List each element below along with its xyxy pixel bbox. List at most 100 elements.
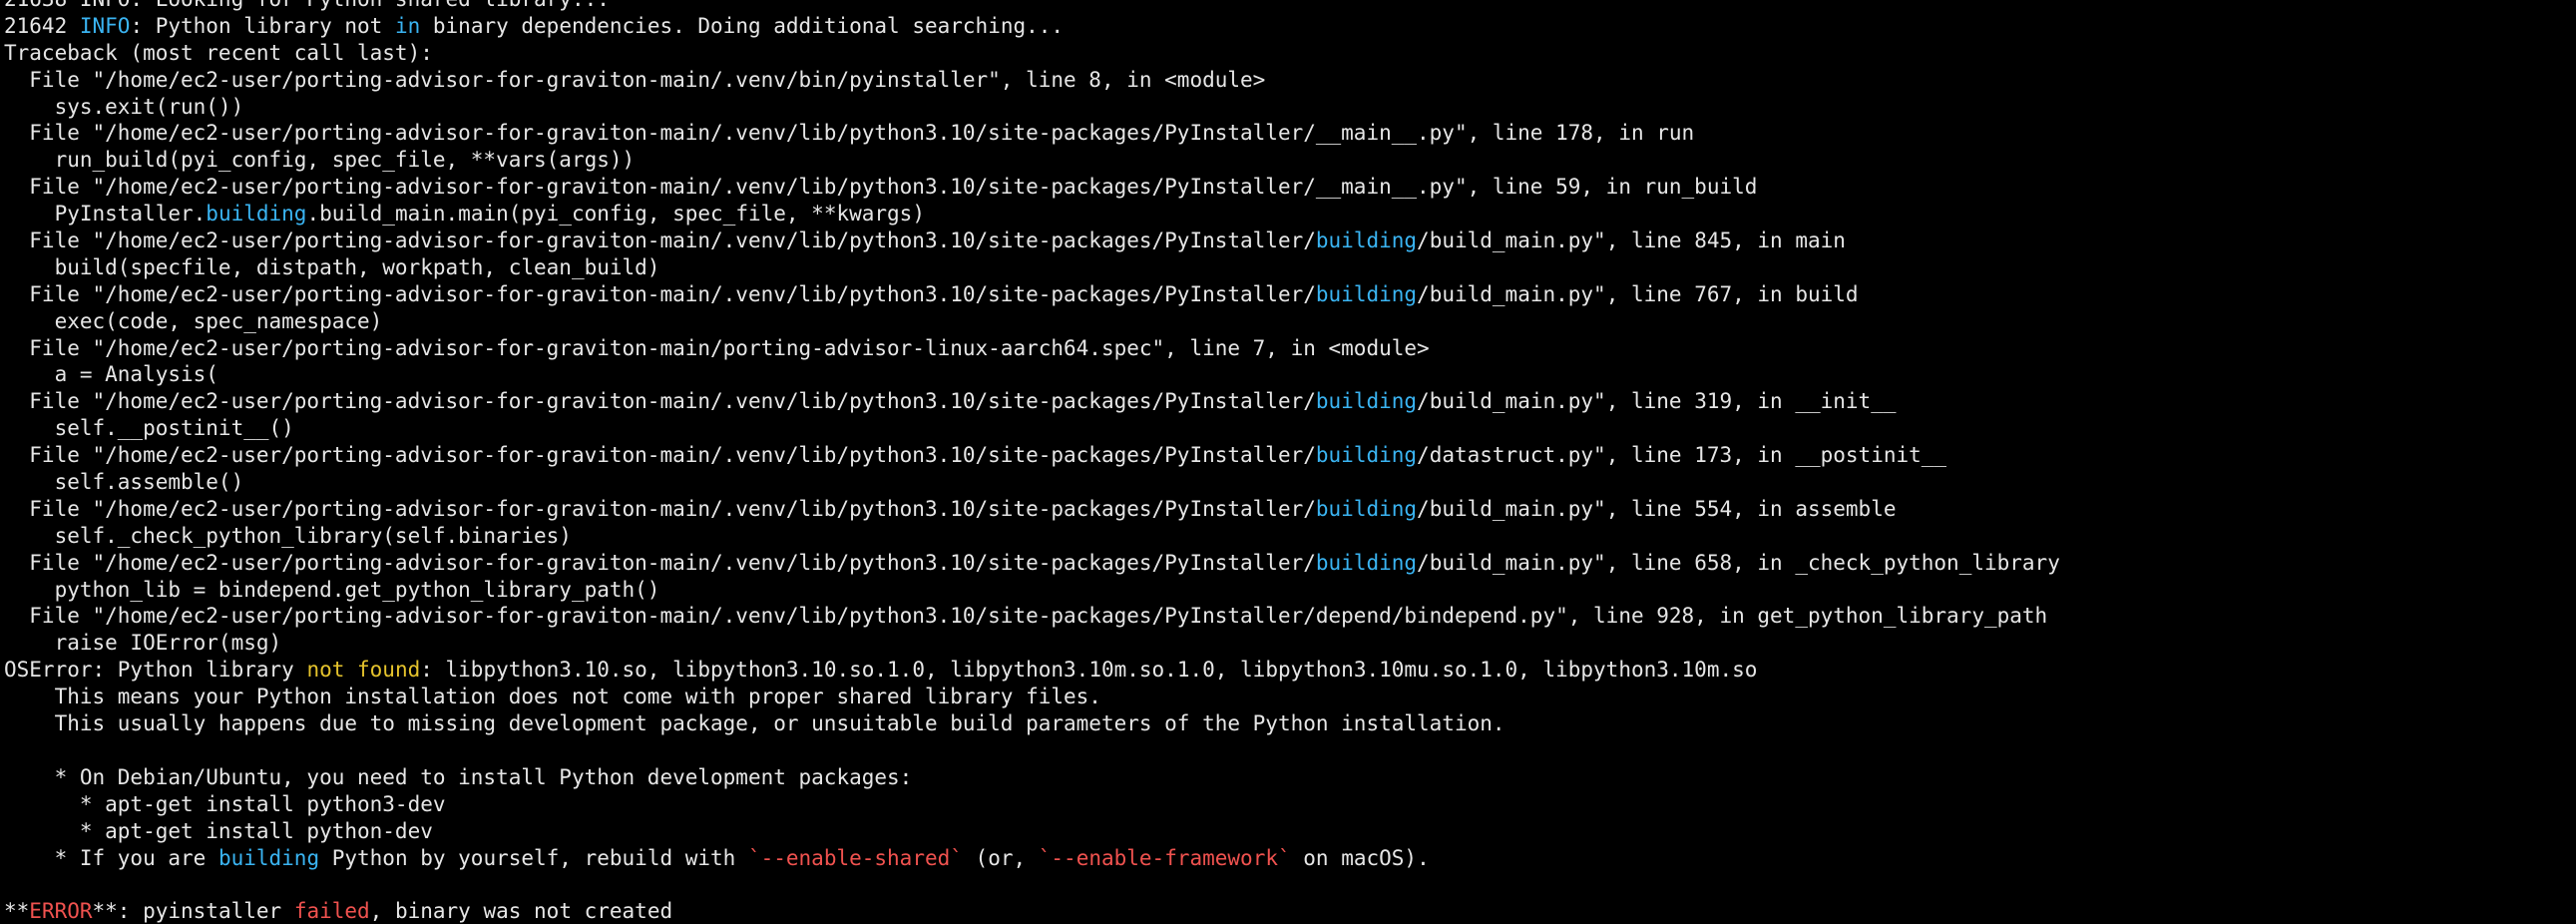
terminal-line: self._check_python_library(self.binaries…: [4, 523, 2060, 550]
highlighted-text: INFO: [79, 13, 131, 38]
output-text: .build_main.main(pyi_config, spec_file, …: [306, 202, 925, 227]
highlighted-text: `--enable-shared`: [747, 845, 963, 870]
output-text: /build_main.py", line 767, in build: [1417, 281, 1859, 306]
highlighted-text: building: [217, 845, 320, 870]
output-text: self.assemble(): [4, 470, 244, 495]
terminal-line: a = Analysis(: [4, 361, 2060, 388]
terminal-line: * apt-get install python3-dev: [4, 791, 2060, 818]
output-text: File "/home/ec2-user/porting-advisor-for…: [4, 550, 1316, 575]
terminal-line: run_build(pyi_config, spec_file, **vars(…: [4, 147, 2060, 174]
output-text: File "/home/ec2-user/porting-advisor-for…: [4, 443, 1316, 468]
terminal-window[interactable]: 21638 INFO: Looking for Python shared li…: [0, 0, 2576, 924]
highlighted-text: not found: [306, 658, 421, 683]
output-text: Python by yourself, rebuild with: [319, 845, 748, 870]
output-text: self.__postinit__(): [4, 416, 294, 441]
highlighted-text: `--enable-framework`: [1038, 845, 1291, 870]
output-text: * apt-get install python3-dev: [4, 791, 446, 816]
terminal-line: build(specfile, distpath, workpath, clea…: [4, 254, 2060, 281]
output-text: File "/home/ec2-user/porting-advisor-for…: [4, 67, 1266, 92]
output-text: This usually happens due to missing deve…: [4, 711, 1505, 736]
output-text: 21642: [4, 13, 80, 38]
highlighted-text: building: [1315, 389, 1418, 414]
output-text: /build_main.py", line 845, in main: [1417, 229, 1846, 253]
highlighted-text: building: [1315, 281, 1418, 306]
output-text: File "/home/ec2-user/porting-advisor-for…: [4, 281, 1316, 306]
terminal-line: File "/home/ec2-user/porting-advisor-for…: [4, 174, 2060, 201]
terminal-line: File "/home/ec2-user/porting-advisor-for…: [4, 550, 2060, 577]
output-text: File "/home/ec2-user/porting-advisor-for…: [4, 496, 1316, 521]
terminal-line: This usually happens due to missing deve…: [4, 710, 2060, 737]
terminal-line: self.assemble(): [4, 469, 2060, 496]
output-text: /build_main.py", line 319, in __init__: [1417, 389, 1897, 414]
highlighted-text: building: [1315, 229, 1418, 253]
output-text: , binary was not created: [369, 899, 673, 924]
output-text: File "/home/ec2-user/porting-advisor-for…: [4, 604, 2048, 629]
terminal-line: exec(code, spec_namespace): [4, 308, 2060, 335]
highlighted-text: building: [1315, 443, 1418, 468]
terminal-line: 21638 INFO: Looking for Python shared li…: [4, 0, 2060, 13]
terminal-line: * apt-get install python-dev: [4, 818, 2060, 845]
output-text: (or,: [962, 845, 1039, 870]
terminal-line: python_lib = bindepend.get_python_librar…: [4, 577, 2060, 604]
terminal-line: File "/home/ec2-user/porting-advisor-for…: [4, 442, 2060, 469]
output-text: **: [4, 899, 30, 924]
terminal-line: File "/home/ec2-user/porting-advisor-for…: [4, 67, 2060, 94]
highlighted-text: building: [1315, 550, 1418, 575]
output-text: * On Debian/Ubuntu, you need to install …: [4, 764, 913, 789]
terminal-line: File "/home/ec2-user/porting-advisor-for…: [4, 120, 2060, 147]
terminal-line: 21642 INFO: Python library not in binary…: [4, 13, 2060, 40]
output-text: a = Analysis(: [4, 362, 218, 387]
output-text: Traceback (most recent call last):: [4, 40, 433, 65]
terminal-line: File "/home/ec2-user/porting-advisor-for…: [4, 496, 2060, 523]
output-text: python_lib = bindepend.get_python_librar…: [4, 577, 660, 602]
output-text: * apt-get install python-dev: [4, 818, 433, 843]
terminal-line: OSError: Python library not found: libpy…: [4, 657, 2060, 684]
terminal-line: sys.exit(run()): [4, 94, 2060, 121]
output-text: build(specfile, distpath, workpath, clea…: [4, 254, 660, 279]
terminal-line: * On Debian/Ubuntu, you need to install …: [4, 764, 2060, 791]
highlighted-text: failed: [293, 899, 370, 924]
output-text: /build_main.py", line 554, in assemble: [1417, 496, 1897, 521]
output-text: 21638 INFO: Looking for Python shared li…: [4, 0, 610, 11]
terminal-line: File "/home/ec2-user/porting-advisor-for…: [4, 603, 2060, 630]
terminal-line: File "/home/ec2-user/porting-advisor-for…: [4, 228, 2060, 254]
output-text: on macOS).: [1290, 845, 1430, 870]
output-text: exec(code, spec_namespace): [4, 308, 383, 333]
highlighted-text: ERROR: [29, 899, 93, 924]
output-text: * If you are: [4, 845, 218, 870]
terminal-line: Traceback (most recent call last):: [4, 40, 2060, 67]
terminal-line: raise IOError(msg): [4, 630, 2060, 657]
output-text: /datastruct.py", line 173, in __postinit…: [1417, 443, 1947, 468]
highlighted-text: building: [1315, 496, 1418, 521]
terminal-line: * If you are building Python by yourself…: [4, 845, 2060, 872]
output-text: self._check_python_library(self.binaries…: [4, 523, 572, 548]
output-text: : Python library not: [130, 13, 395, 38]
terminal-line: File "/home/ec2-user/porting-advisor-for…: [4, 335, 2060, 362]
terminal-output: 21638 INFO: Looking for Python shared li…: [4, 0, 2060, 924]
output-text: This means your Python installation does…: [4, 685, 1101, 709]
output-text: File "/home/ec2-user/porting-advisor-for…: [4, 175, 1758, 200]
output-text: File "/home/ec2-user/porting-advisor-for…: [4, 121, 1695, 146]
highlighted-text: in: [394, 13, 421, 38]
terminal-line: File "/home/ec2-user/porting-advisor-for…: [4, 388, 2060, 415]
output-text: File "/home/ec2-user/porting-advisor-for…: [4, 389, 1316, 414]
output-text: /build_main.py", line 658, in _check_pyt…: [1417, 550, 2060, 575]
output-text: File "/home/ec2-user/porting-advisor-for…: [4, 229, 1316, 253]
output-text: File "/home/ec2-user/porting-advisor-for…: [4, 335, 1430, 360]
output-text: raise IOError(msg): [4, 631, 282, 656]
output-text: **: pyinstaller: [92, 899, 294, 924]
output-text: OSError: Python library: [4, 658, 307, 683]
terminal-line: This means your Python installation does…: [4, 684, 2060, 710]
output-text: binary dependencies. Doing additional se…: [420, 13, 1065, 38]
output-text: PyInstaller.: [4, 202, 207, 227]
terminal-line: File "/home/ec2-user/porting-advisor-for…: [4, 281, 2060, 308]
output-text: run_build(pyi_config, spec_file, **vars(…: [4, 148, 636, 173]
terminal-line: PyInstaller.building.build_main.main(pyi…: [4, 201, 2060, 228]
terminal-line: **ERROR**: pyinstaller failed, binary wa…: [4, 898, 2060, 924]
highlighted-text: building: [206, 202, 307, 227]
output-text: : libpython3.10.so, libpython3.10.so.1.0…: [420, 658, 1758, 683]
output-text: sys.exit(run()): [4, 94, 244, 119]
terminal-line: self.__postinit__(): [4, 415, 2060, 442]
